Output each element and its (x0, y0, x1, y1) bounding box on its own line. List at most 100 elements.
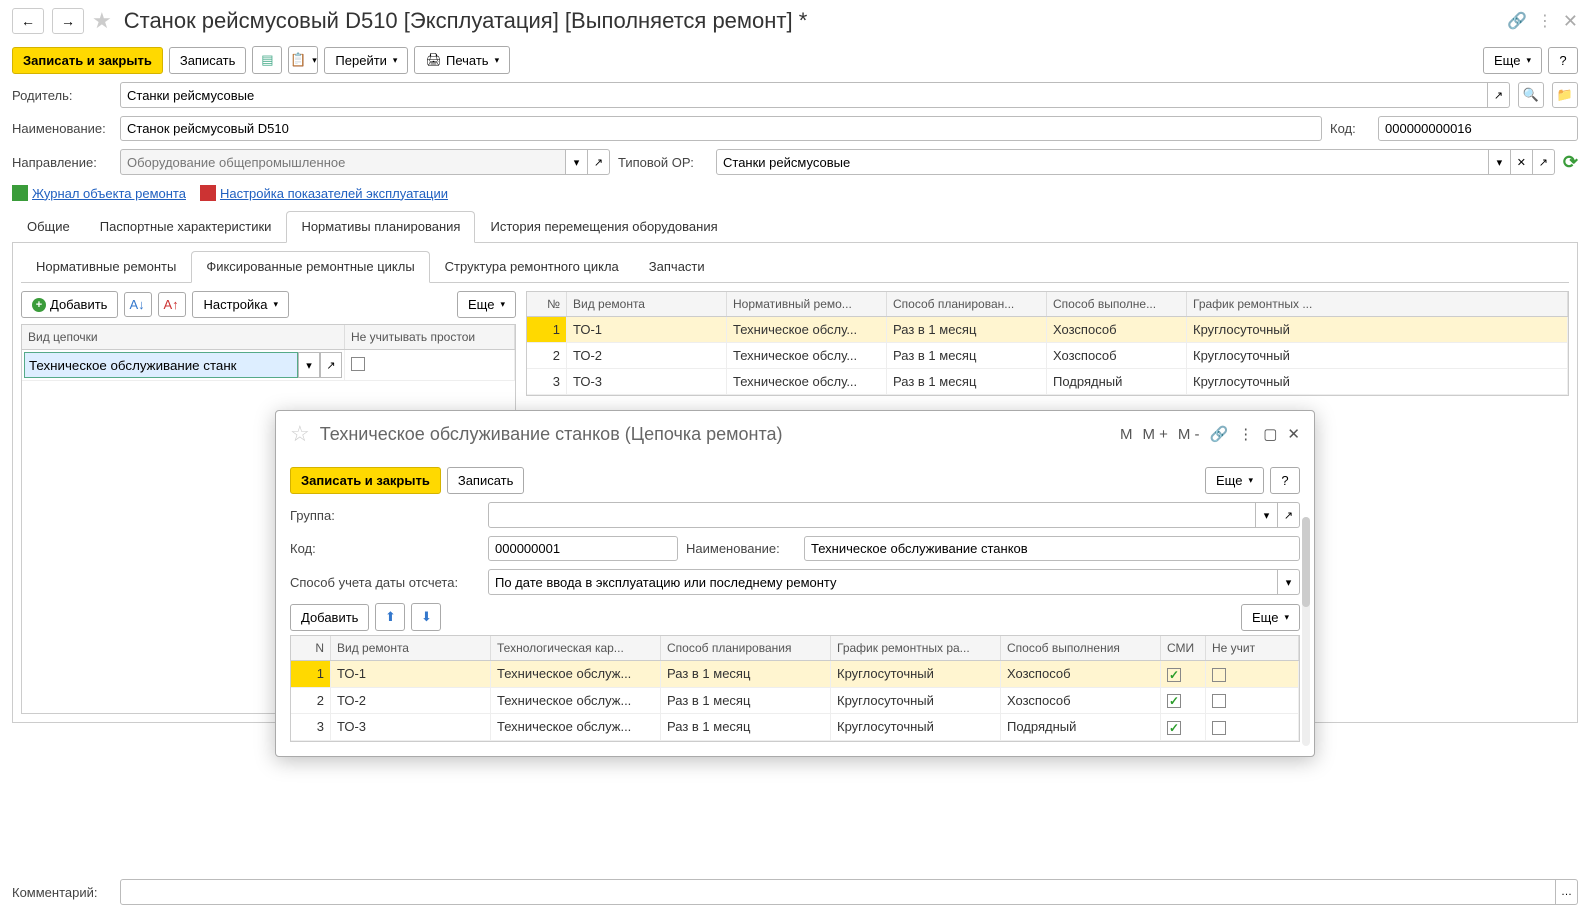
modal-table-row[interactable]: 3ТО-3Техническое обслуж...Раз в 1 месяцК… (291, 714, 1299, 741)
save-close-button[interactable]: Записать и закрыть (12, 47, 163, 74)
modal-star-icon[interactable]: ☆ (290, 421, 310, 447)
subtab-fixed-cycles[interactable]: Фиксированные ремонтные циклы (191, 251, 429, 283)
repair-col-plan[interactable]: Способ планирован... (887, 292, 1047, 316)
mt-col-plan[interactable]: Способ планирования (661, 636, 831, 660)
favorite-star-icon[interactable]: ★ (92, 8, 112, 34)
search-icon-button[interactable]: 🔍 (1518, 82, 1544, 108)
repair-row[interactable]: 3ТО-3Техническое обслу...Раз в 1 месяцПо… (527, 369, 1568, 395)
modal-m-button[interactable]: M (1120, 426, 1133, 443)
mt-col-sched[interactable]: График ремонтных ра... (831, 636, 1001, 660)
help-button[interactable]: ? (1548, 47, 1578, 74)
modal-add-button[interactable]: Добавить (290, 604, 369, 631)
goto-button[interactable]: Перейти▾ (324, 47, 408, 74)
repair-row[interactable]: 1ТО-1Техническое обслу...Раз в 1 месяцХо… (527, 317, 1568, 343)
save-button[interactable]: Записать (169, 47, 247, 74)
nav-back-button[interactable]: ← (12, 8, 44, 34)
list-icon-button[interactable]: ▤ (252, 46, 282, 74)
modal-scrollbar[interactable] (1302, 517, 1310, 746)
comment-expand-button[interactable]: … (1556, 879, 1578, 905)
print-button[interactable]: 🖨 Печать▾ (414, 46, 510, 74)
subtab-parts[interactable]: Запчасти (634, 251, 720, 282)
modal-group-input[interactable] (488, 502, 1256, 528)
mt-col-kind[interactable]: Вид ремонта (331, 636, 491, 660)
tab-general[interactable]: Общие (12, 211, 85, 242)
settings-link[interactable]: Настройка показателей эксплуатации (200, 185, 448, 201)
chain-dropdown-button[interactable]: ▾ (298, 352, 320, 378)
skip-checkbox[interactable] (1212, 668, 1226, 682)
modal-up-button[interactable]: ⬆ (375, 603, 405, 631)
modal-help-button[interactable]: ? (1270, 467, 1300, 494)
typeor-dropdown-button[interactable]: ▾ (1489, 149, 1511, 175)
modal-close-icon[interactable]: ✕ (1287, 425, 1300, 443)
add-button[interactable]: + Добавить (21, 291, 118, 318)
modal-name-input[interactable] (804, 536, 1300, 561)
modal-code-input[interactable] (488, 536, 678, 561)
more-button[interactable]: Еще▾ (1483, 47, 1542, 74)
modal-down-button[interactable]: ⬇ (411, 603, 441, 631)
repair-col-exec[interactable]: Способ выполне... (1047, 292, 1187, 316)
chain-kind-input[interactable] (24, 352, 298, 378)
modal-save-button[interactable]: Записать (447, 467, 525, 494)
chain-row[interactable]: ▾ ↗ (22, 350, 515, 381)
close-icon[interactable]: ✕ (1563, 11, 1578, 32)
modal-table-more-button[interactable]: Еще▾ (1241, 604, 1300, 631)
more-menu-icon[interactable]: ⋮ (1537, 11, 1553, 31)
nav-forward-button[interactable]: → (52, 8, 84, 34)
parent-input[interactable] (120, 82, 1488, 108)
chain-skip-checkbox[interactable] (351, 357, 365, 371)
mt-col-exec[interactable]: Способ выполнения (1001, 636, 1161, 660)
left-more-button[interactable]: Еще▾ (457, 291, 516, 318)
typeor-clear-button[interactable]: ✕ (1511, 149, 1533, 175)
chain-col-skip[interactable]: Не учитывать простои (345, 325, 515, 349)
skip-checkbox[interactable] (1212, 721, 1226, 735)
repair-row[interactable]: 2ТО-2Техническое обслу...Раз в 1 месяцХо… (527, 343, 1568, 369)
skip-checkbox[interactable] (1212, 694, 1226, 708)
mt-col-tech[interactable]: Технологическая кар... (491, 636, 661, 660)
repair-col-sched[interactable]: График ремонтных ... (1187, 292, 1568, 316)
sort-desc-button[interactable]: A↑ (158, 292, 186, 317)
direction-input[interactable] (120, 149, 566, 175)
modal-table-row[interactable]: 2ТО-2Техническое обслуж...Раз в 1 месяцК… (291, 688, 1299, 715)
smi-checkbox[interactable] (1167, 694, 1181, 708)
comment-input[interactable] (120, 879, 1556, 905)
typeor-input[interactable] (716, 149, 1489, 175)
chain-col-kind[interactable]: Вид цепочки (22, 325, 345, 349)
name-input[interactable] (120, 116, 1322, 141)
subtab-normative[interactable]: Нормативные ремонты (21, 251, 191, 282)
copy-dropdown-button[interactable]: 📋▾ (288, 46, 318, 74)
tab-passport[interactable]: Паспортные характеристики (85, 211, 287, 242)
modal-table-row[interactable]: 1ТО-1Техническое обслуж...Раз в 1 месяцК… (291, 661, 1299, 688)
direction-open-button[interactable]: ↗ (588, 149, 610, 175)
subtab-structure[interactable]: Структура ремонтного цикла (430, 251, 634, 282)
mt-col-smi[interactable]: СМИ (1161, 636, 1206, 660)
setup-button[interactable]: Настройка▾ (192, 291, 289, 318)
modal-method-dropdown-button[interactable]: ▾ (1278, 569, 1300, 595)
mt-col-n[interactable]: N (291, 636, 331, 660)
modal-more-button[interactable]: Еще▾ (1205, 467, 1264, 494)
modal-save-close-button[interactable]: Записать и закрыть (290, 467, 441, 494)
link-icon[interactable]: 🔗 (1507, 11, 1527, 31)
journal-link[interactable]: Журнал объекта ремонта (12, 185, 186, 201)
repair-col-kind[interactable]: Вид ремонта (567, 292, 727, 316)
modal-group-open-button[interactable]: ↗ (1278, 502, 1300, 528)
mt-col-skip[interactable]: Не учит (1206, 636, 1299, 660)
parent-open-button[interactable]: ↗ (1488, 82, 1510, 108)
tab-planning[interactable]: Нормативы планирования (286, 211, 475, 243)
folder-icon-button[interactable]: 📁 (1552, 82, 1578, 108)
modal-more-icon[interactable]: ⋮ (1238, 425, 1253, 443)
tab-history[interactable]: История перемещения оборудования (475, 211, 732, 242)
direction-dropdown-button[interactable]: ▾ (566, 149, 588, 175)
chain-open-button[interactable]: ↗ (320, 352, 342, 378)
repair-col-n[interactable]: № (527, 292, 567, 316)
modal-maximize-icon[interactable]: ▢ (1263, 425, 1277, 443)
typeor-open-button[interactable]: ↗ (1533, 149, 1555, 175)
repair-col-norm[interactable]: Нормативный ремо... (727, 292, 887, 316)
code-input[interactable] (1378, 116, 1578, 141)
modal-mplus-button[interactable]: M + (1142, 426, 1167, 443)
refresh-icon[interactable]: ⟳ (1563, 152, 1578, 173)
smi-checkbox[interactable] (1167, 721, 1181, 735)
modal-method-input[interactable] (488, 569, 1278, 595)
sort-asc-button[interactable]: A↓ (124, 292, 152, 317)
modal-group-dropdown-button[interactable]: ▾ (1256, 502, 1278, 528)
scroll-thumb[interactable] (1302, 517, 1310, 607)
